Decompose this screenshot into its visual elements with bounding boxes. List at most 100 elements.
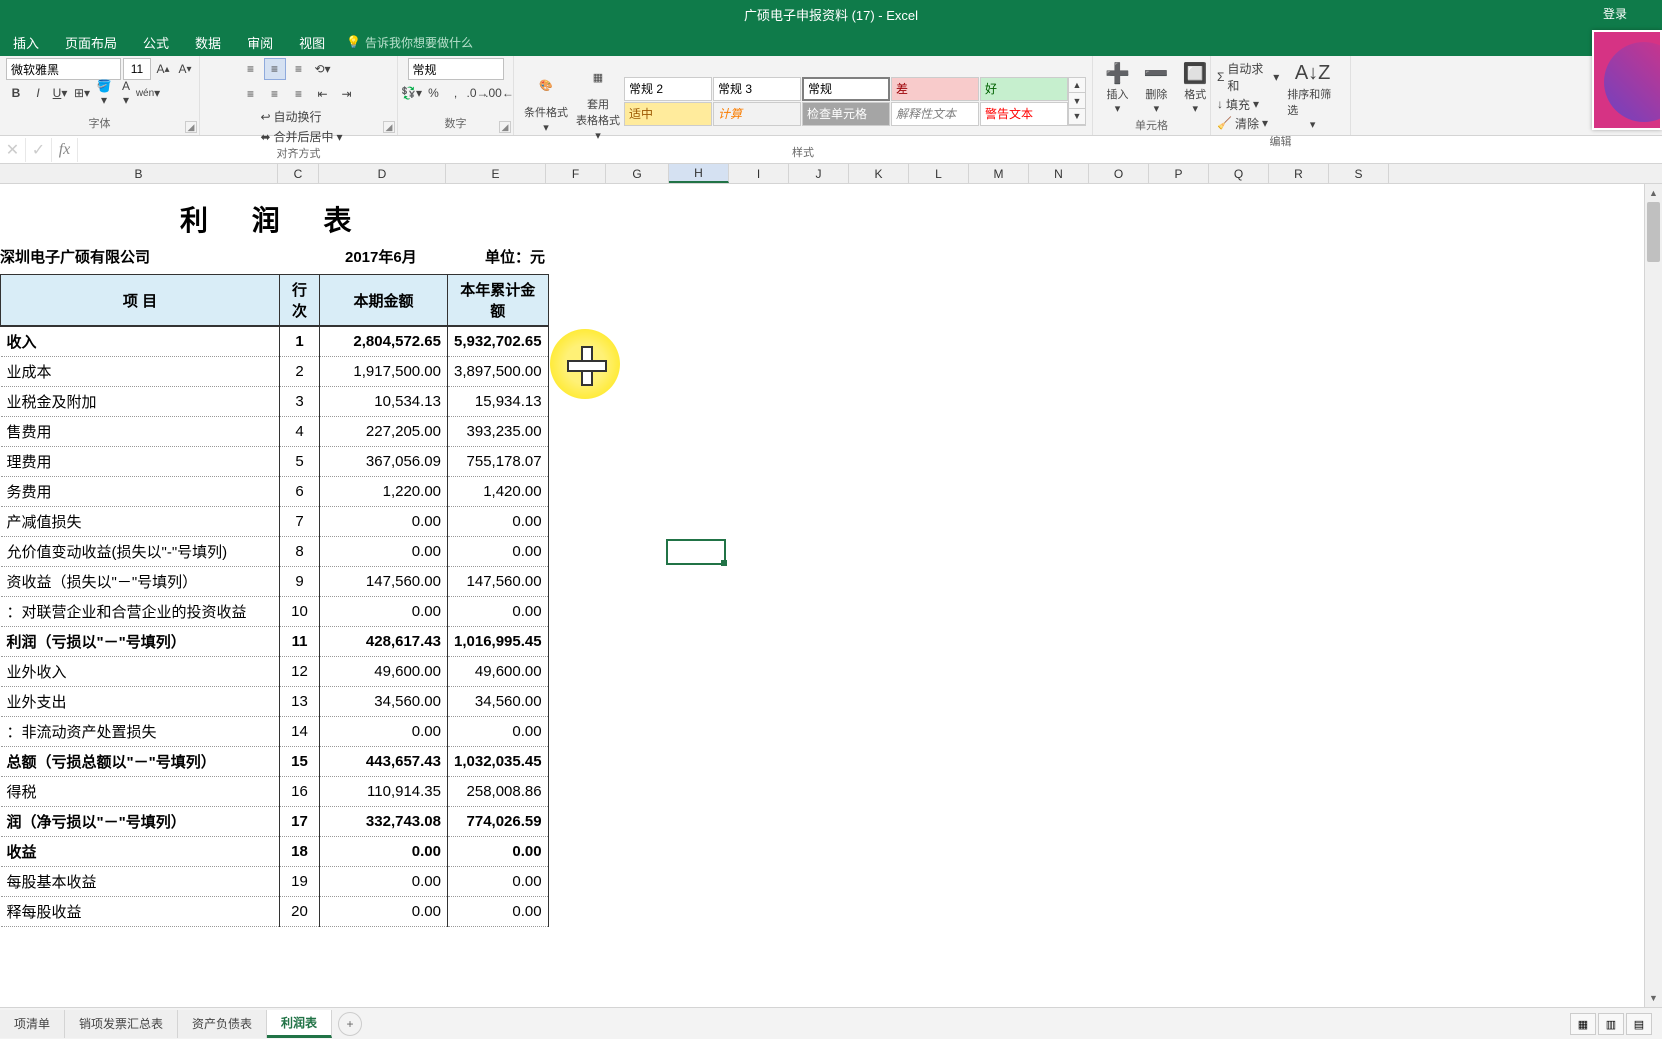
cell-current[interactable]: 0.00: [320, 537, 448, 567]
format-as-table-button[interactable]: ▦ 套用 表格格式▾: [572, 58, 624, 144]
cell-item[interactable]: 释每股收益: [1, 897, 280, 927]
font-size-select[interactable]: [123, 58, 151, 80]
align-center-icon[interactable]: ≡: [264, 83, 286, 105]
cell-ytd[interactable]: 5,932,702.65: [448, 326, 549, 357]
page-layout-view-icon[interactable]: ▥: [1598, 1013, 1624, 1035]
style-gallery-item[interactable]: 解释性文本: [891, 102, 979, 126]
percent-format-icon[interactable]: %: [424, 83, 444, 103]
cell-item[interactable]: 润（净亏损以"－"号填列）: [1, 807, 280, 837]
cell-current[interactable]: 1,220.00: [320, 477, 448, 507]
alignment-dialog-launcher-icon[interactable]: ◢: [383, 121, 395, 133]
cell-line[interactable]: 12: [280, 657, 320, 687]
table-row[interactable]: 售费用4227,205.00393,235.00: [1, 417, 549, 447]
cell-item[interactable]: 业外收入: [1, 657, 280, 687]
style-gallery-item[interactable]: 常规 3: [713, 77, 801, 101]
cell-ytd[interactable]: 774,026.59: [448, 807, 549, 837]
column-header[interactable]: B: [0, 164, 278, 183]
border-button[interactable]: ⊞▾: [72, 83, 92, 103]
table-row[interactable]: 总额（亏损总额以"－"号填列）15443,657.431,032,035.45: [1, 747, 549, 777]
cell-ytd[interactable]: 755,178.07: [448, 447, 549, 477]
column-header[interactable]: D: [319, 164, 446, 183]
cell-item[interactable]: 每股基本收益: [1, 867, 280, 897]
gallery-down-icon[interactable]: ▼: [1069, 93, 1085, 109]
cell-line[interactable]: 10: [280, 597, 320, 627]
cell-line[interactable]: 16: [280, 777, 320, 807]
cell-item[interactable]: 理费用: [1, 447, 280, 477]
table-row[interactable]: 允价值变动收益(损失以"-"号填列)80.000.00: [1, 537, 549, 567]
style-gallery-item[interactable]: 警告文本: [980, 102, 1068, 126]
table-row[interactable]: 业外支出1334,560.0034,560.00: [1, 687, 549, 717]
cell-ytd[interactable]: 3,897,500.00: [448, 357, 549, 387]
cell-ytd[interactable]: 1,032,035.45: [448, 747, 549, 777]
cell-ytd[interactable]: 0.00: [448, 597, 549, 627]
cell-line[interactable]: 1: [280, 326, 320, 357]
sheet-tab[interactable]: 项清单: [0, 1010, 65, 1038]
cell-item[interactable]: ：对联营企业和合营企业的投资收益: [1, 597, 280, 627]
style-gallery-item[interactable]: 常规 2: [624, 77, 712, 101]
cell-line[interactable]: 3: [280, 387, 320, 417]
font-name-select[interactable]: [6, 58, 121, 80]
style-gallery-item[interactable]: 差: [891, 77, 979, 101]
column-header[interactable]: R: [1269, 164, 1329, 183]
cell-current[interactable]: 10,534.13: [320, 387, 448, 417]
cell-current[interactable]: 0.00: [320, 597, 448, 627]
cell-current[interactable]: 34,560.00: [320, 687, 448, 717]
cell-line[interactable]: 9: [280, 567, 320, 597]
column-header[interactable]: E: [446, 164, 546, 183]
vertical-scrollbar[interactable]: ▲ ▼: [1644, 184, 1662, 1007]
cell-current[interactable]: 0.00: [320, 717, 448, 747]
cell-line[interactable]: 15: [280, 747, 320, 777]
cell-item[interactable]: 收入: [1, 326, 280, 357]
cell-item[interactable]: 产减值损失: [1, 507, 280, 537]
cell-current[interactable]: 1,917,500.00: [320, 357, 448, 387]
merge-center-button[interactable]: ⬌合并后居中▾: [260, 128, 342, 145]
style-gallery-item[interactable]: 好: [980, 77, 1068, 101]
phonetic-button[interactable]: wén▾: [138, 83, 158, 103]
cell-current[interactable]: 367,056.09: [320, 447, 448, 477]
cell-current[interactable]: 0.00: [320, 507, 448, 537]
cell-ytd[interactable]: 0.00: [448, 537, 549, 567]
table-row[interactable]: 务费用61,220.001,420.00: [1, 477, 549, 507]
table-row[interactable]: 释每股收益200.000.00: [1, 897, 549, 927]
cell-current[interactable]: 147,560.00: [320, 567, 448, 597]
menu-tab[interactable]: 公式: [130, 28, 182, 56]
cell-current[interactable]: 0.00: [320, 897, 448, 927]
column-header[interactable]: M: [969, 164, 1029, 183]
menu-tab[interactable]: 数据: [182, 28, 234, 56]
cancel-icon[interactable]: ✕: [0, 138, 26, 162]
cell-line[interactable]: 6: [280, 477, 320, 507]
bold-button[interactable]: B: [6, 83, 26, 103]
decrease-decimal-icon[interactable]: .00←: [490, 83, 510, 103]
comma-format-icon[interactable]: ,: [446, 83, 466, 103]
scrollbar-thumb[interactable]: [1647, 202, 1660, 262]
cell-line[interactable]: 11: [280, 627, 320, 657]
cell-item[interactable]: 得税: [1, 777, 280, 807]
table-row[interactable]: 理费用5367,056.09755,178.07: [1, 447, 549, 477]
table-row[interactable]: ：非流动资产处置损失140.000.00: [1, 717, 549, 747]
insert-cells-button[interactable]: ➕插入▾: [1099, 58, 1136, 117]
cell-line[interactable]: 13: [280, 687, 320, 717]
cell-current[interactable]: 49,600.00: [320, 657, 448, 687]
cell-ytd[interactable]: 0.00: [448, 867, 549, 897]
income-statement-table[interactable]: 项 目 行次 本期金额 本年累计金额 收入12,804,572.655,932,…: [0, 274, 549, 927]
sheet-tab[interactable]: 销项发票汇总表: [65, 1010, 178, 1038]
cell-item[interactable]: 业成本: [1, 357, 280, 387]
fill-color-button[interactable]: 🪣▾: [94, 83, 114, 103]
underline-button[interactable]: U▾: [50, 83, 70, 103]
column-header[interactable]: P: [1149, 164, 1209, 183]
cell-ytd[interactable]: 258,008.86: [448, 777, 549, 807]
cell-line[interactable]: 20: [280, 897, 320, 927]
menu-tab[interactable]: 视图: [286, 28, 338, 56]
increase-font-icon[interactable]: A▴: [153, 59, 173, 79]
font-dialog-launcher-icon[interactable]: ◢: [185, 121, 197, 133]
column-header[interactable]: K: [849, 164, 909, 183]
cell-line[interactable]: 2: [280, 357, 320, 387]
gallery-up-icon[interactable]: ▲: [1069, 78, 1085, 94]
cell-current[interactable]: 110,914.35: [320, 777, 448, 807]
font-color-button[interactable]: A▾: [116, 83, 136, 103]
column-header[interactable]: S: [1329, 164, 1389, 183]
orientation-icon[interactable]: ⟲▾: [312, 58, 334, 80]
wrap-text-button[interactable]: ↩自动换行: [260, 108, 342, 125]
autosum-button[interactable]: Σ自动求和▾: [1217, 60, 1279, 94]
indent-increase-icon[interactable]: ⇥: [336, 83, 358, 105]
